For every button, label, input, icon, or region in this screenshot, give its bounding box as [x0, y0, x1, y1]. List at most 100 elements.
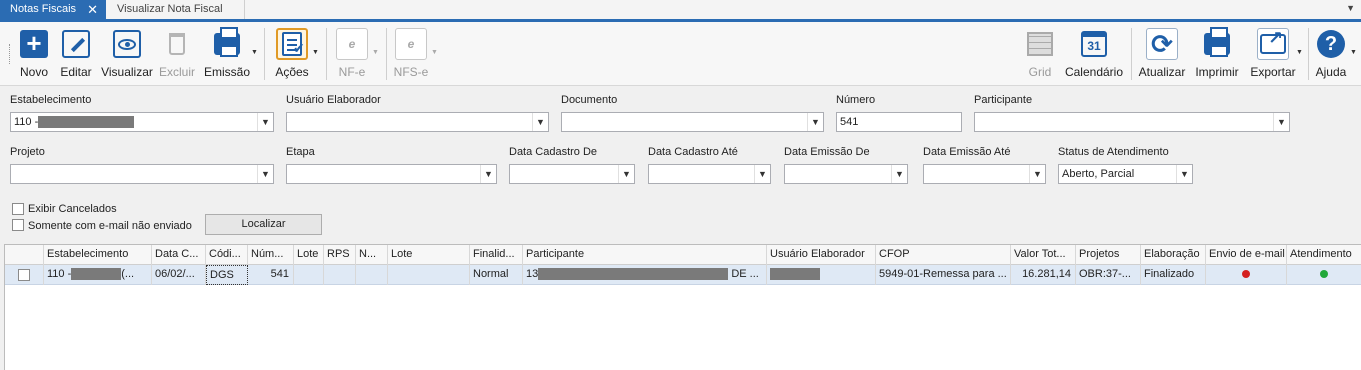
atualizar-button[interactable]: ⟳ Atualizar	[1138, 26, 1186, 84]
numero-input[interactable]: 541	[836, 112, 962, 132]
chevron-down-icon[interactable]: ▼	[372, 49, 379, 56]
redacted-value	[71, 268, 122, 281]
refresh-icon: ⟳	[1151, 29, 1173, 59]
results-grid: Estabelecimento Data C... Códi... Núm...…	[4, 244, 1361, 370]
chevron-down-icon[interactable]: ▼	[754, 165, 770, 183]
toolbar-separator	[326, 28, 327, 80]
cell-cfop: 5949-01-Remessa para ...	[876, 265, 1011, 285]
toolbar-separator	[264, 28, 265, 80]
plus-icon: +	[20, 30, 48, 58]
chevron-down-icon[interactable]: ▼	[1176, 165, 1192, 183]
column-header[interactable]: Data C...	[152, 245, 206, 265]
header-select[interactable]	[5, 245, 44, 265]
acoes-button[interactable]: Ações	[274, 26, 310, 84]
cell-rps	[324, 265, 356, 285]
cell-n	[356, 265, 388, 285]
grid-button[interactable]: Grid	[1022, 26, 1058, 84]
exibir-cancelados-checkbox[interactable]	[12, 203, 24, 215]
usuario-elaborador-label: Usuário Elaborador	[286, 94, 381, 106]
chevron-down-icon[interactable]: ▼	[1346, 3, 1355, 13]
chevron-down-icon[interactable]: ▼	[257, 113, 273, 131]
column-header[interactable]: Elaboração	[1141, 245, 1206, 265]
row-select-checkbox[interactable]	[18, 269, 30, 281]
cell-codigo[interactable]: DGS	[206, 265, 248, 285]
column-header[interactable]: Valor Tot...	[1011, 245, 1076, 265]
estabelecimento-select[interactable]: 110 - ▼	[10, 112, 274, 132]
eye-icon	[113, 30, 141, 58]
column-header[interactable]: Atendimento	[1287, 245, 1361, 265]
column-header[interactable]: Núm...	[248, 245, 294, 265]
column-header[interactable]: Lote	[388, 245, 470, 265]
column-header[interactable]: RPS	[324, 245, 356, 265]
estabelecimento-label: Estabelecimento	[10, 94, 92, 106]
toolbar: + Novo Editar Visualizar Excluir Emissão…	[0, 22, 1361, 86]
etapa-label: Etapa	[286, 146, 315, 158]
somente-email-label: Somente com e-mail não enviado	[28, 220, 192, 232]
column-header[interactable]: Lote	[294, 245, 324, 265]
chevron-down-icon[interactable]: ▼	[891, 165, 907, 183]
visualizar-button[interactable]: Visualizar	[100, 26, 154, 84]
cell-projetos: OBR:37-...	[1076, 265, 1141, 285]
data-emissao-de-picker[interactable]: ▼	[784, 164, 908, 184]
numero-label: Número	[836, 94, 876, 106]
cell-atendimento	[1287, 265, 1361, 285]
data-emissao-ate-picker[interactable]: ▼	[923, 164, 1046, 184]
editar-button[interactable]: Editar	[58, 26, 94, 84]
status-atendimento-select[interactable]: Aberto, Parcial ▼	[1058, 164, 1193, 184]
localizar-button[interactable]: Localizar	[205, 214, 322, 235]
somente-email-checkbox[interactable]	[12, 219, 24, 231]
emissao-button[interactable]: Emissão	[204, 26, 250, 84]
column-header[interactable]: Envio de e-mail	[1206, 245, 1287, 265]
column-header[interactable]: Projetos	[1076, 245, 1141, 265]
data-cadastro-ate-picker[interactable]: ▼	[648, 164, 771, 184]
chevron-down-icon[interactable]: ▼	[532, 113, 548, 131]
cell-numero: 541	[248, 265, 294, 285]
tab-notas-fiscais[interactable]: Notas Fiscais ✕	[0, 0, 106, 19]
usuario-elaborador-select[interactable]: ▼	[286, 112, 549, 132]
nfe-button[interactable]: e NF-e	[334, 26, 370, 84]
projeto-select[interactable]: ▼	[10, 164, 274, 184]
chevron-down-icon[interactable]: ▼	[1029, 165, 1045, 183]
exibir-cancelados-label: Exibir Cancelados	[28, 203, 117, 215]
chevron-down-icon[interactable]: ▼	[480, 165, 496, 183]
chevron-down-icon[interactable]: ▼	[807, 113, 823, 131]
nfse-button[interactable]: e NFS-e	[393, 26, 429, 84]
documento-select[interactable]: ▼	[561, 112, 824, 132]
imprimir-button[interactable]: Imprimir	[1192, 26, 1242, 84]
table-row[interactable]: 110 - (... 06/02/... DGS 541 Normal 13 DE…	[5, 265, 1361, 285]
data-cadastro-de-picker[interactable]: ▼	[509, 164, 635, 184]
calendario-button[interactable]: 31 Calendário	[1064, 26, 1124, 84]
projeto-label: Projeto	[10, 146, 45, 158]
ajuda-button[interactable]: ? Ajuda	[1313, 26, 1349, 84]
close-icon[interactable]: ✕	[87, 0, 98, 19]
chevron-down-icon[interactable]: ▼	[1350, 49, 1357, 56]
chevron-down-icon[interactable]: ▼	[251, 49, 258, 56]
column-header[interactable]: CFOP	[876, 245, 1011, 265]
column-header[interactable]: Participante	[523, 245, 767, 265]
column-header[interactable]: Finalid...	[470, 245, 523, 265]
data-cadastro-de-label: Data Cadastro De	[509, 146, 598, 158]
status-atendimento-label: Status de Atendimento	[1058, 146, 1169, 158]
excluir-button[interactable]: Excluir	[158, 26, 196, 84]
calendar-icon: 31	[1081, 31, 1107, 57]
column-header[interactable]: Usuário Elaborador	[767, 245, 876, 265]
novo-button[interactable]: + Novo	[16, 26, 52, 84]
column-header[interactable]: Estabelecimento	[44, 245, 152, 265]
chevron-down-icon[interactable]: ▼	[1273, 113, 1289, 131]
participante-select[interactable]: ▼	[974, 112, 1290, 132]
cell-envio-email	[1206, 265, 1287, 285]
etapa-select[interactable]: ▼	[286, 164, 497, 184]
column-header[interactable]: Códi...	[206, 245, 248, 265]
cell-usuario	[767, 265, 876, 285]
tab-strip: Notas Fiscais ✕ Visualizar Nota Fiscal ▼	[0, 0, 1361, 22]
chevron-down-icon[interactable]: ▼	[257, 165, 273, 183]
nfse-icon: e	[407, 37, 415, 51]
chevron-down-icon[interactable]: ▼	[431, 49, 438, 56]
toolbar-grip[interactable]	[9, 44, 11, 64]
column-header[interactable]: N...	[356, 245, 388, 265]
exportar-button[interactable]: Exportar	[1250, 26, 1296, 84]
chevron-down-icon[interactable]: ▼	[312, 49, 319, 56]
tab-visualizar-nota-fiscal[interactable]: Visualizar Nota Fiscal	[107, 0, 245, 19]
chevron-down-icon[interactable]: ▼	[1296, 49, 1303, 56]
chevron-down-icon[interactable]: ▼	[618, 165, 634, 183]
